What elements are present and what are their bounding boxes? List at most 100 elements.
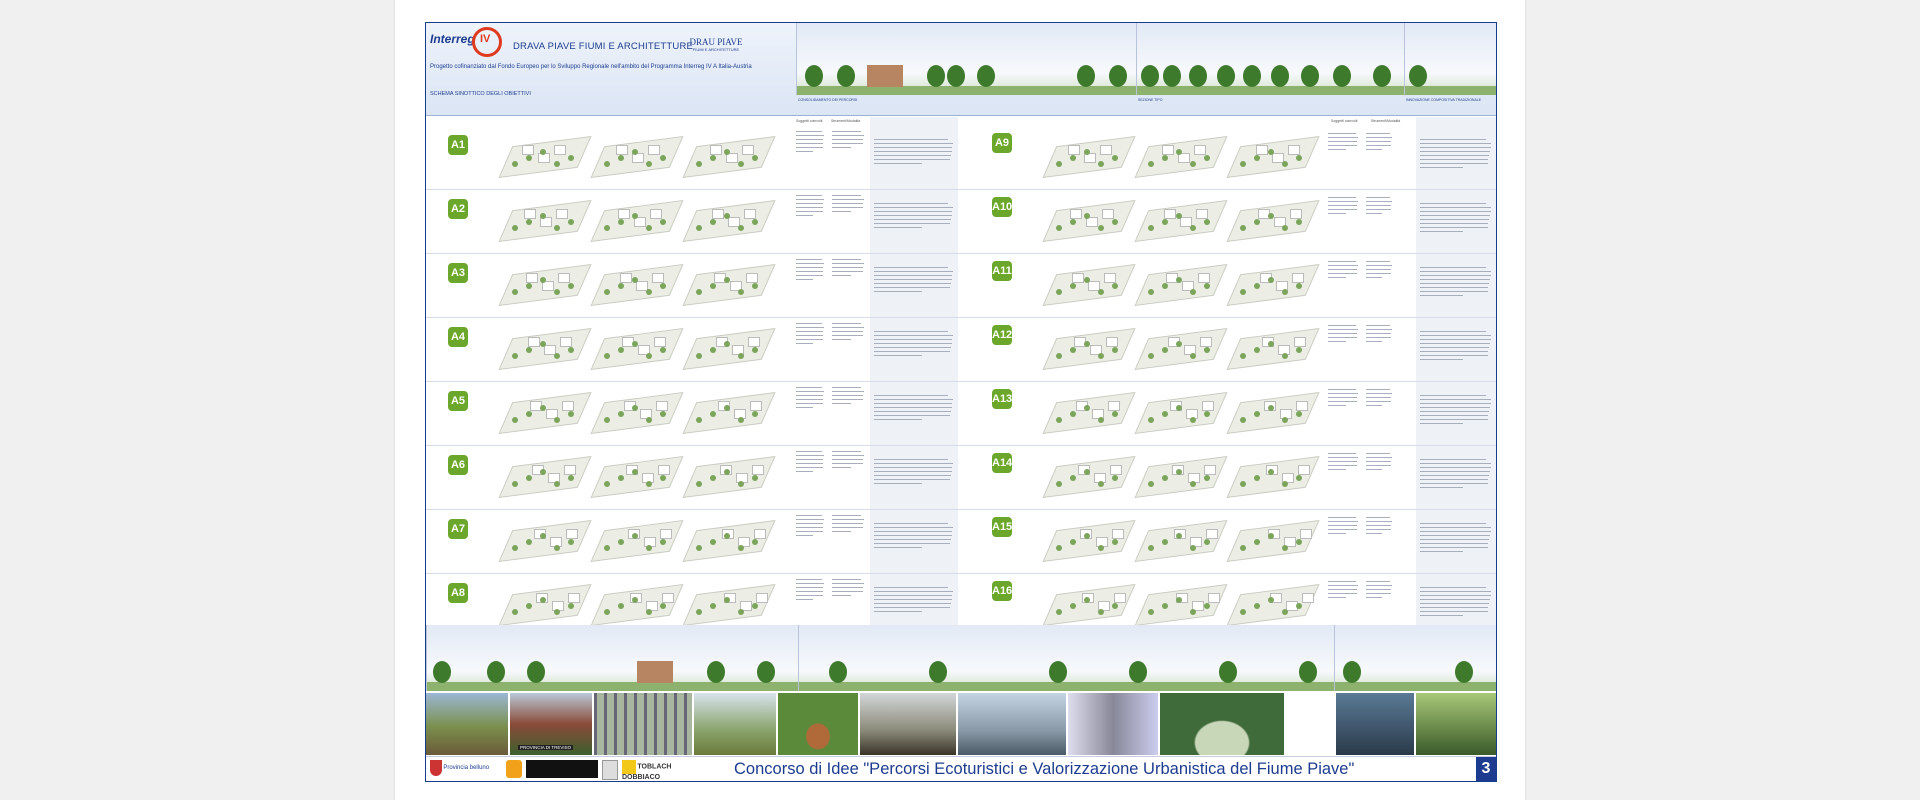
building-block: [564, 465, 576, 475]
tree-dot: [1056, 289, 1062, 295]
tree-dot: [724, 533, 730, 539]
text-line: [874, 286, 950, 289]
text-line: [1366, 392, 1392, 395]
description-text-block: [1420, 523, 1492, 555]
text-line: [796, 582, 824, 585]
text-line: [874, 538, 951, 541]
text-line: [832, 134, 864, 137]
text-line: [796, 342, 813, 345]
tree-dot: [526, 347, 532, 353]
text-line: [1420, 166, 1464, 169]
text-line: [1420, 534, 1490, 537]
diagram-plate: [1134, 456, 1228, 498]
text-line: [832, 458, 864, 461]
tree-dot: [1084, 597, 1090, 603]
tree-dot: [632, 405, 638, 411]
text-line: [1328, 148, 1346, 151]
text-line: [1420, 478, 1489, 481]
text-line: [796, 330, 824, 333]
description-text-block: [1420, 331, 1492, 363]
tree-dot: [1112, 475, 1118, 481]
building-block: [560, 337, 572, 347]
text-line: [1366, 596, 1382, 599]
text-line: [832, 526, 864, 529]
tree-icon: [1077, 65, 1095, 87]
tree-dot: [1296, 283, 1302, 289]
text-line: [1366, 148, 1382, 151]
text-line: [1328, 588, 1358, 591]
tree-dot: [1296, 475, 1302, 481]
photo-caption: PROVINCIA DI TREVISO: [518, 745, 574, 750]
text-line: [796, 198, 824, 201]
tree-icon: [757, 661, 775, 683]
text-line: [1366, 528, 1392, 531]
text-line: [874, 606, 950, 609]
provincia-treviso-logo: [526, 760, 598, 778]
text-line: [1420, 226, 1488, 229]
house-icon: [637, 661, 673, 683]
tree-dot: [724, 213, 730, 219]
tree-icon: [1333, 65, 1351, 87]
building-block: [618, 209, 630, 219]
tree-dot: [1084, 341, 1090, 347]
tree-icon: [1049, 661, 1067, 683]
tree-dot: [1148, 545, 1154, 551]
tree-dot: [1098, 161, 1104, 167]
tree-dot: [632, 341, 638, 347]
text-line: [1366, 453, 1390, 455]
tree-dot: [1112, 411, 1118, 417]
description-text-block: [1366, 389, 1392, 409]
poster-sheet: Interreg IV DRAVA PIAVE FIUMI E ARCHITET…: [395, 0, 1525, 800]
axonometric-diagram: [1042, 451, 1136, 498]
tree-icon: [1299, 661, 1317, 683]
description-text-block: [796, 131, 824, 155]
poster-board: Interreg IV DRAVA PIAVE FIUMI E ARCHITET…: [425, 22, 1497, 782]
description-text-block: [1328, 389, 1358, 409]
building-block: [1162, 145, 1174, 155]
tree-dot: [1070, 411, 1076, 417]
text-line: [796, 526, 824, 529]
tree-dot: [1148, 481, 1154, 487]
text-line: [832, 515, 862, 517]
tree-dot: [1296, 219, 1302, 225]
tree-dot: [540, 341, 546, 347]
tree-dot: [710, 539, 716, 545]
tree-icon: [1409, 65, 1427, 87]
tree-icon: [1343, 661, 1361, 683]
text-line: [1366, 581, 1390, 583]
tree-dot: [1148, 353, 1154, 359]
tree-icon: [929, 661, 947, 683]
banner-caption-2: SEZIONE TIPO: [1138, 98, 1163, 102]
tree-icon: [1271, 65, 1289, 87]
text-line: [1328, 340, 1346, 343]
tree-dot: [618, 347, 624, 353]
tree-icon: [1301, 65, 1319, 87]
building-block: [1196, 209, 1208, 219]
description-text-block: [1366, 261, 1392, 281]
axonometric-diagram: [498, 451, 592, 498]
tree-dot: [512, 417, 518, 423]
description-text-block: [1328, 581, 1358, 601]
text-line: [874, 587, 948, 589]
tree-dot: [618, 283, 624, 289]
tree-dot: [1098, 417, 1104, 423]
tree-dot: [1204, 283, 1210, 289]
text-line: [832, 394, 864, 397]
tree-dot: [568, 603, 574, 609]
text-line: [832, 266, 864, 269]
sun-logo: [506, 760, 522, 778]
text-line: [1366, 520, 1392, 523]
axonometric-diagram: [590, 195, 684, 242]
tree-dot: [1190, 161, 1196, 167]
text-line: [874, 398, 954, 401]
tree-icon: [1189, 65, 1207, 87]
tree-dot: [646, 289, 652, 295]
text-line: [1366, 197, 1390, 199]
text-line: [832, 530, 852, 533]
text-line: [1328, 392, 1358, 395]
photo-sculpture-lawn: [778, 693, 858, 755]
tree-dot: [710, 475, 716, 481]
building-block: [1208, 593, 1220, 603]
tree-dot: [1190, 545, 1196, 551]
axonometric-diagram: [682, 195, 776, 242]
